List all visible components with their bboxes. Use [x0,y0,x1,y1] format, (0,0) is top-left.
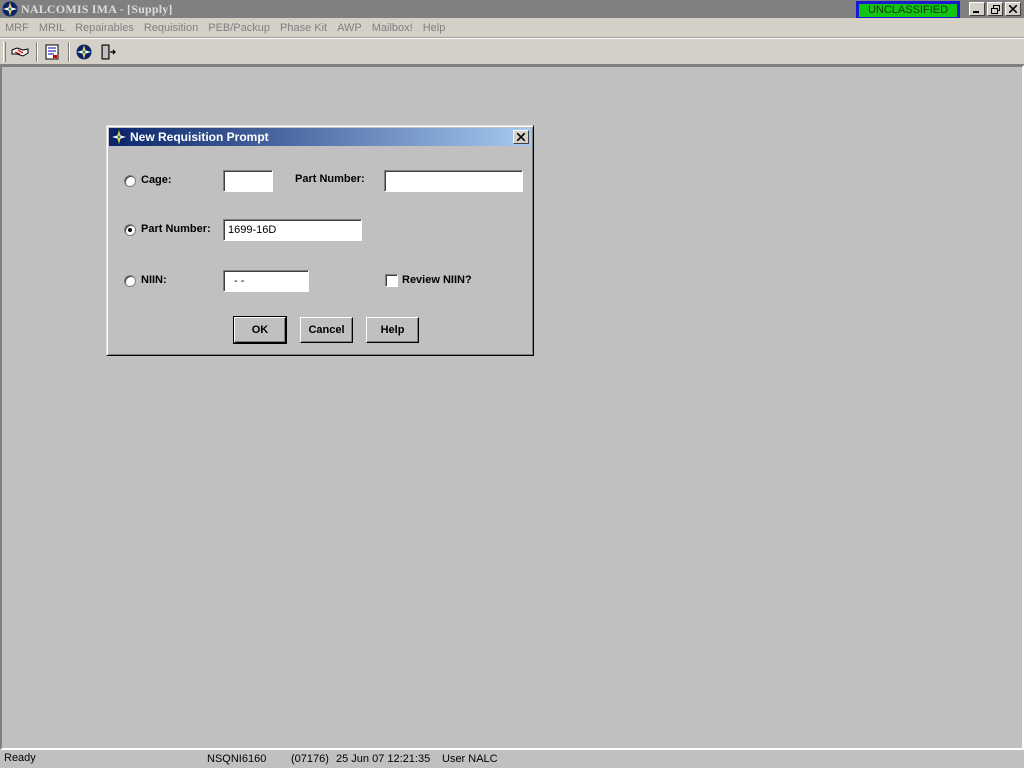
menu-phase-kit[interactable]: Phase Kit [275,22,332,34]
menu-help[interactable]: Help [418,22,451,34]
ok-button[interactable]: OK [233,316,287,344]
dialog-title: New Requisition Prompt [130,130,269,144]
exit-door-icon[interactable] [97,41,119,63]
menu-requisition[interactable]: Requisition [139,22,203,34]
minimize-icon[interactable] [969,2,985,16]
close-icon[interactable] [513,130,529,144]
niin-input[interactable]: - - [223,270,309,292]
close-icon[interactable] [1005,2,1021,16]
new-requisition-dialog: New Requisition Prompt Cage: Part Number… [106,125,534,356]
menu-mrf[interactable]: MRF [0,22,34,34]
status-datetime: 25 Jun 07 12:21:35 [336,753,431,765]
menu-bar: MRF MRIL Repairables Requisition PEB/Pac… [0,18,1024,38]
toolbar-separator [68,41,70,62]
part-number-secondary-input[interactable] [384,170,523,192]
menu-awp[interactable]: AWP [332,22,367,34]
cage-input[interactable] [223,170,273,192]
part-number-radio[interactable] [124,224,136,236]
cage-label: Cage: [141,174,172,186]
part-number-input[interactable]: 1699-16D [223,219,362,241]
status-host: NSQNI6160 [207,753,267,765]
niin-label: NIIN: [141,274,167,286]
cancel-button[interactable]: Cancel [300,317,353,343]
part-number-secondary-label: Part Number: [295,173,365,185]
status-session: (07176) [291,753,329,765]
status-state: Ready [4,752,36,764]
dialog-title-bar[interactable]: New Requisition Prompt [109,128,531,146]
status-bar: Ready NSQNI6160 (07176) 25 Jun 07 12:21:… [0,750,1024,768]
compass-star-icon [110,128,128,146]
menu-mril[interactable]: MRIL [34,22,70,34]
toolbar [0,38,1024,65]
window-title: NALCOMIS IMA - [Supply] [21,1,173,16]
window-controls [967,2,1021,16]
status-user: User NALC [442,753,498,765]
toolbar-separator [36,41,38,62]
menu-peb-packup[interactable]: PEB/Packup [203,22,275,34]
part-number-label: Part Number: [141,223,211,235]
compass-star-icon[interactable] [1,0,19,18]
review-niin-checkbox[interactable] [385,274,398,287]
menu-mailbox[interactable]: Mailbox! [367,22,418,34]
help-button[interactable]: Help [366,317,419,343]
review-niin-label: Review NIIN? [402,274,472,286]
cage-radio[interactable] [124,175,136,187]
compass-star-icon[interactable] [73,41,95,63]
menu-repairables[interactable]: Repairables [70,22,139,34]
handshake-icon[interactable] [9,41,31,63]
document-list-icon[interactable] [41,41,63,63]
toolbar-grip[interactable] [3,41,6,62]
restore-icon[interactable] [987,2,1003,16]
niin-radio[interactable] [124,275,136,287]
